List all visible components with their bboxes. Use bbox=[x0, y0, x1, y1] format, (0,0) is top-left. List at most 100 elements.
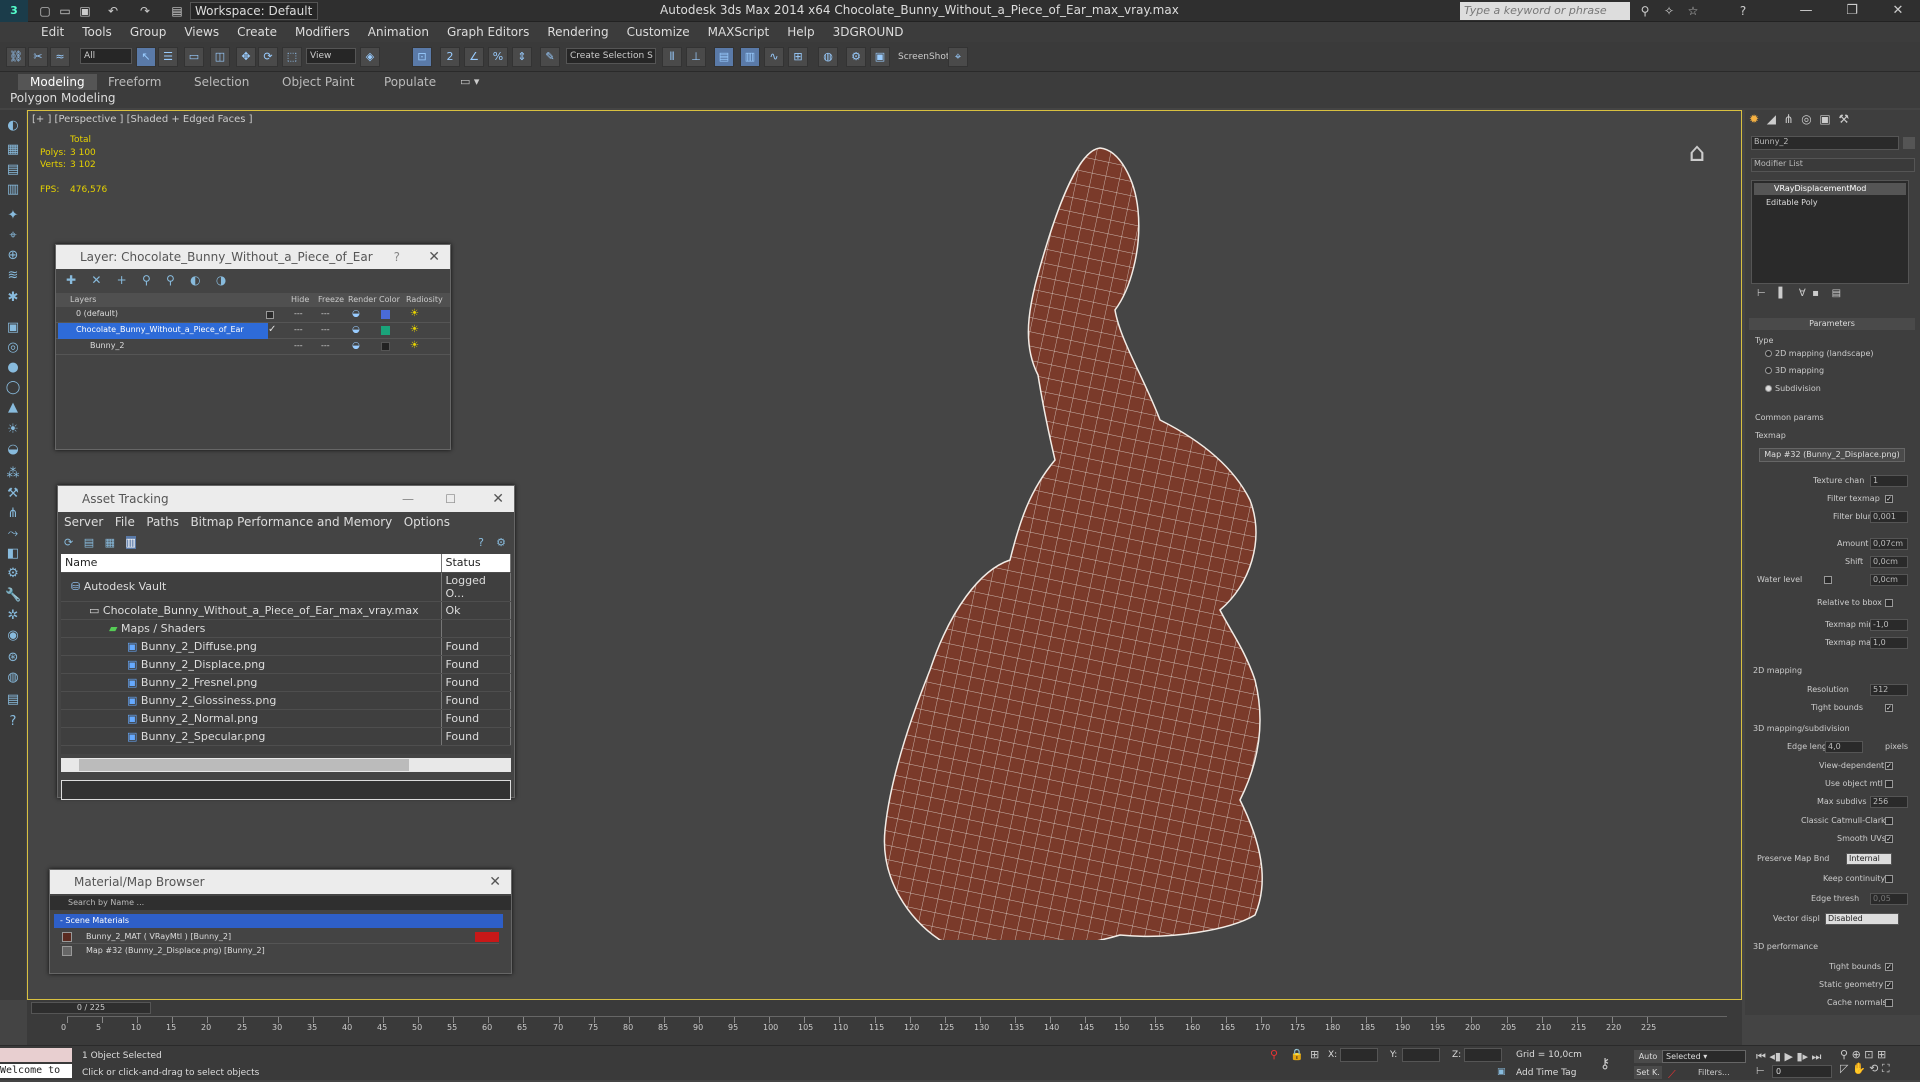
hold-icon[interactable]: ▤ bbox=[168, 2, 186, 20]
menu-rendering[interactable]: Rendering bbox=[538, 22, 617, 42]
curve-editor-icon[interactable]: ∿ bbox=[764, 47, 784, 67]
col-radiosity[interactable]: Radiosity bbox=[406, 295, 443, 304]
menu-help[interactable]: Help bbox=[778, 22, 823, 42]
hide-toggle[interactable]: --- bbox=[294, 325, 303, 334]
asset-help-icon[interactable]: ? bbox=[478, 536, 484, 549]
tab-selection[interactable]: Selection bbox=[182, 74, 261, 90]
key-mode-dropdown[interactable]: Selected ▾ bbox=[1662, 1050, 1746, 1063]
box-icon[interactable]: ▣ bbox=[5, 320, 21, 336]
screenshot-label[interactable]: ScreenShot bbox=[898, 52, 949, 62]
select-object-icon[interactable]: ↖ bbox=[136, 47, 156, 67]
goto-end-icon[interactable]: ⏭ bbox=[1812, 1050, 1822, 1063]
layer-help-icon[interactable]: ? bbox=[394, 245, 400, 269]
minimize-button[interactable]: — bbox=[1788, 0, 1824, 22]
camera-tool-icon[interactable]: ⌖ bbox=[5, 228, 21, 244]
hide-all-icon[interactable]: ◐ bbox=[190, 273, 200, 287]
tools-icon[interactable]: ✧ bbox=[1660, 2, 1678, 20]
asset-settings-icon[interactable]: ⚙ bbox=[496, 536, 506, 549]
show-end-result-icon[interactable]: ▌ bbox=[1778, 288, 1786, 299]
spacewarp-icon[interactable]: ≋ bbox=[5, 268, 21, 284]
resolution-input[interactable]: 512 bbox=[1870, 684, 1908, 696]
cylinder-icon[interactable]: ◎ bbox=[5, 340, 21, 356]
lock-selection-icon[interactable]: 🔒 bbox=[1290, 1048, 1304, 1061]
menu-tools[interactable]: Tools bbox=[73, 22, 121, 42]
layer-row-default[interactable]: 0 (default) --- --- ◒ ☀ bbox=[56, 307, 450, 323]
water-level-checkbox[interactable] bbox=[1824, 576, 1832, 584]
undo-icon[interactable]: ↶ bbox=[104, 2, 122, 20]
object-name-input[interactable]: Bunny_2 bbox=[1751, 136, 1899, 150]
asset-menu-server[interactable]: Server bbox=[64, 515, 103, 529]
frame-ruler[interactable]: 0 5 10 15 20 25 30 35 40 45 50 55 60 65 70 75 80 85 90 95 10… bbox=[61, 1016, 1727, 1038]
grid-view-icon[interactable]: ▥ bbox=[125, 536, 136, 549]
keep-continuity-checkbox[interactable] bbox=[1885, 875, 1893, 883]
save-file-icon[interactable]: ▣ bbox=[76, 2, 94, 20]
hierarchy-icon[interactable]: ⋔ bbox=[5, 506, 21, 522]
z-coord-input[interactable] bbox=[1464, 1048, 1502, 1062]
table-row[interactable]: ▰ Maps / Shaders bbox=[61, 619, 511, 638]
cache-normals-checkbox[interactable] bbox=[1885, 999, 1893, 1007]
layer-color-swatch[interactable] bbox=[381, 342, 390, 351]
menu-animation[interactable]: Animation bbox=[359, 22, 438, 42]
field-of-view-icon[interactable]: ◸ bbox=[1840, 1062, 1848, 1075]
amount-input[interactable]: 0,07cm bbox=[1870, 538, 1908, 550]
texmap-button[interactable]: Map #32 (Bunny_2_Displace.png) bbox=[1759, 448, 1905, 462]
align-icon[interactable]: ⊥ bbox=[686, 47, 706, 67]
table-row[interactable]: ▭ Chocolate_Bunny_Without_a_Piece_of_Ear… bbox=[61, 601, 511, 620]
window-crossing-icon[interactable]: ◫ bbox=[210, 47, 230, 67]
water-level-input[interactable]: 0,0cm bbox=[1870, 574, 1908, 586]
render-teapot-icon[interactable]: ◒ bbox=[352, 341, 360, 351]
layer-color-swatch[interactable] bbox=[381, 326, 390, 335]
tab-freeform[interactable]: Freeform bbox=[96, 74, 173, 90]
viewcube-icon[interactable]: ⌂ bbox=[1672, 138, 1722, 172]
texmap-max-input[interactable]: 1,0 bbox=[1870, 637, 1908, 649]
make-unique-icon[interactable]: ∀ bbox=[1799, 288, 1806, 299]
asset-col-name[interactable]: Name bbox=[61, 554, 442, 573]
asset-panel-titlebar[interactable]: Asset Tracking — ☐ ✕ bbox=[58, 486, 514, 512]
menu-3dground[interactable]: 3DGROUND bbox=[824, 22, 913, 42]
torus-icon[interactable]: ◯ bbox=[5, 380, 21, 396]
schematic-view-icon[interactable]: ⊞ bbox=[788, 47, 808, 67]
redo-icon[interactable]: ↷ bbox=[136, 2, 154, 20]
render-teapot-icon[interactable]: ◒ bbox=[352, 309, 360, 319]
goto-start-icon[interactable]: ⏮ bbox=[1756, 1050, 1766, 1063]
scene-materials-group[interactable]: - Scene Materials bbox=[54, 914, 503, 928]
texture-chan-input[interactable]: 1 bbox=[1870, 475, 1908, 487]
stack-item-vray-displacement[interactable]: VRayDisplacementMod bbox=[1754, 183, 1906, 195]
layer-row-chocolate[interactable]: Chocolate_Bunny_Without_a_Piece_of_Ear ✓… bbox=[56, 323, 450, 339]
layer-row-bunny[interactable]: Bunny_2 --- --- ◒ ☀ bbox=[56, 339, 450, 355]
asset-menu-options[interactable]: Options bbox=[404, 515, 450, 529]
tab-populate[interactable]: Populate bbox=[372, 74, 448, 90]
auto-key-button[interactable]: Auto bbox=[1634, 1050, 1662, 1063]
col-layers[interactable]: Layers bbox=[70, 295, 96, 304]
polygon-modeling-label[interactable]: Polygon Modeling bbox=[10, 91, 116, 105]
material-search-input[interactable]: Search by Name ... bbox=[50, 896, 511, 910]
camera-icon[interactable]: ⌖ bbox=[948, 47, 968, 67]
keyword-search-input[interactable]: Type a keyword or phrase bbox=[1460, 2, 1630, 20]
y-coord-input[interactable] bbox=[1402, 1048, 1440, 1062]
select-by-name-icon[interactable]: ☰ bbox=[158, 47, 178, 67]
percent-snap-icon[interactable]: % bbox=[488, 47, 508, 67]
prev-frame-icon[interactable]: ◂▮ bbox=[1769, 1050, 1781, 1063]
list-item[interactable]: Map #32 (Bunny_2_Displace.png) [Bunny_2] bbox=[60, 944, 499, 958]
asset-horizontal-scrollbar[interactable] bbox=[61, 758, 511, 772]
motion-icon[interactable]: ⤳ bbox=[5, 526, 21, 542]
parameters-rollout-header[interactable]: Parameters bbox=[1749, 318, 1915, 330]
asset-col-status[interactable]: Status bbox=[441, 554, 511, 573]
named-selection-dropdown[interactable]: Create Selection S bbox=[566, 48, 656, 64]
freeze-all-icon[interactable]: ◑ bbox=[216, 273, 226, 287]
layer-color-swatch[interactable] bbox=[381, 310, 390, 319]
layer-panel-titlebar[interactable]: Layer: Chocolate_Bunny_Without_a_Piece_o… bbox=[56, 245, 450, 269]
unlink-icon[interactable]: ✂ bbox=[28, 47, 48, 67]
col-hide[interactable]: Hide bbox=[291, 295, 309, 304]
star-icon[interactable]: ☆ bbox=[1684, 2, 1702, 20]
display-icon[interactable]: ◧ bbox=[5, 546, 21, 562]
network-icon[interactable]: ⊛ bbox=[5, 650, 21, 666]
asset-menu-file[interactable]: File bbox=[115, 515, 135, 529]
tight-bounds-checkbox[interactable]: ✓ bbox=[1885, 704, 1893, 712]
freeze-toggle[interactable]: --- bbox=[321, 325, 330, 334]
radio-subdivision[interactable] bbox=[1765, 385, 1772, 392]
select-tool-icon[interactable]: ◐ bbox=[5, 118, 21, 134]
freeze-toggle[interactable]: --- bbox=[321, 341, 330, 350]
radiosity-icon[interactable]: ☀ bbox=[410, 308, 419, 319]
material-panel-titlebar[interactable]: Material/Map Browser ✕ bbox=[50, 870, 511, 894]
